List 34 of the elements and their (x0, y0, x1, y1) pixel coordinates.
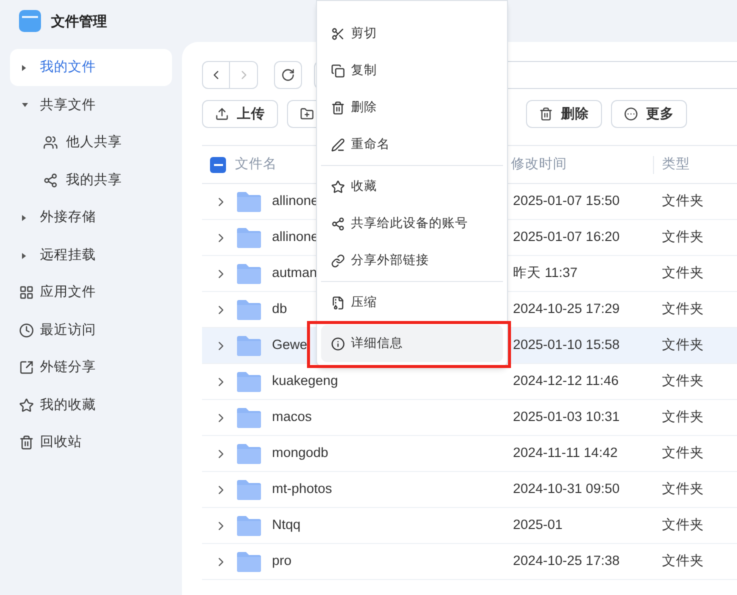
file-name: kuakegeng (272, 372, 338, 390)
file-type: 文件夹 (662, 517, 704, 532)
modified-time: 2024-10-31 09:50 (513, 481, 620, 496)
file-name: pro (272, 552, 292, 570)
modified-time: 2024-10-25 17:38 (513, 553, 620, 568)
modified-time: 2025-01 (513, 517, 563, 532)
modified-time: 2025-01-07 15:50 (513, 193, 620, 208)
file-type: 文件夹 (662, 373, 704, 388)
file-type: 文件夹 (662, 337, 704, 352)
app-title: 文件管理 (51, 12, 107, 30)
file-type: 文件夹 (662, 193, 704, 208)
file-type: 文件夹 (662, 553, 704, 568)
file-name: db (272, 300, 288, 318)
file-type: 文件夹 (662, 445, 704, 460)
file-type: 文件夹 (662, 229, 704, 244)
modified-time: 2024-11-11 14:42 (513, 445, 618, 460)
file-type: 文件夹 (662, 301, 704, 316)
file-name: allinone (272, 228, 319, 246)
modified-time: 昨天 11:37 (513, 265, 578, 280)
file-type: 文件夹 (662, 409, 704, 424)
modified-time: 2024-12-12 11:46 (513, 373, 619, 388)
file-name: autman (272, 264, 318, 282)
file-name: allinone (272, 192, 319, 210)
modified-time: 2025-01-03 10:31 (513, 409, 620, 424)
file-name: macos (272, 408, 312, 426)
modified-time: 2024-10-25 17:29 (513, 301, 620, 316)
modified-time: 2025-01-10 15:58 (513, 337, 620, 352)
file-type: 文件夹 (662, 481, 704, 496)
file-name: mt-photos (272, 480, 332, 498)
file-name: mongodb (272, 444, 328, 462)
file-name: Ntqq (272, 516, 301, 534)
modified-time: 2025-01-07 16:20 (513, 229, 620, 244)
file-type: 文件夹 (662, 265, 704, 280)
file-name: Gewe (272, 336, 308, 354)
